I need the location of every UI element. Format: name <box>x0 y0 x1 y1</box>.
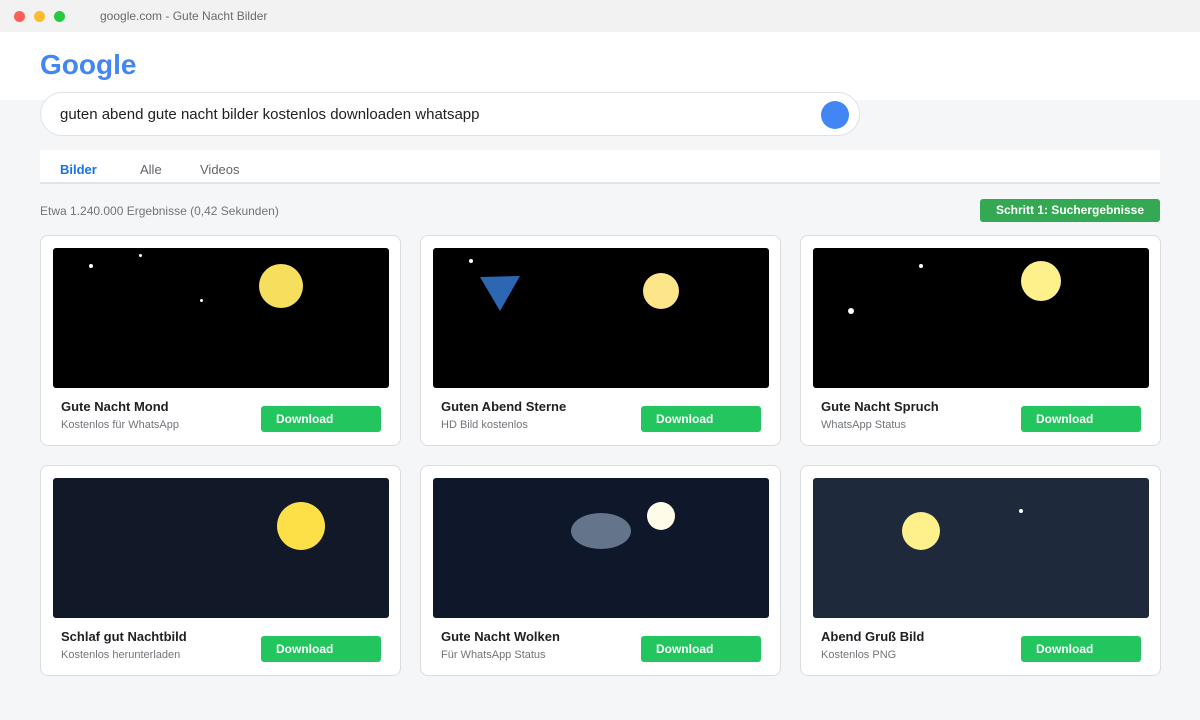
cloud-icon <box>571 513 631 549</box>
star-icon <box>89 264 93 268</box>
download-button[interactable]: Download <box>641 406 761 432</box>
image-thumbnail[interactable] <box>53 478 389 618</box>
result-stats: Etwa 1.240.000 Ergebnisse (0,42 Sekunden… <box>40 204 279 218</box>
card-title: Guten Abend Sterne <box>441 399 567 414</box>
download-button[interactable]: Download <box>261 636 381 662</box>
search-button[interactable] <box>821 101 849 129</box>
image-thumbnail[interactable] <box>813 248 1149 388</box>
card-subtitle: WhatsApp Status <box>821 419 906 431</box>
card-subtitle: HD Bild kostenlos <box>441 419 528 431</box>
moon-icon <box>643 273 679 309</box>
image-card[interactable]: Gute Nacht Mond Kostenlos für WhatsApp D… <box>40 235 401 446</box>
search-box[interactable]: guten abend gute nacht bilder kostenlos … <box>40 92 860 136</box>
download-button[interactable]: Download <box>641 636 761 662</box>
window-titlebar: google.com - Gute Nacht Bilder <box>0 0 1200 32</box>
card-subtitle: Kostenlos für WhatsApp <box>61 419 180 431</box>
download-button[interactable]: Download <box>1021 406 1141 432</box>
star-icon <box>200 299 203 302</box>
image-thumbnail[interactable] <box>813 478 1149 618</box>
image-card[interactable]: Gute Nacht Wolken Für WhatsApp Status Do… <box>420 465 781 676</box>
card-title: Gute Nacht Spruch <box>821 399 939 414</box>
maximize-window-button[interactable] <box>54 11 65 22</box>
page-header <box>0 32 1200 100</box>
minimize-window-button[interactable] <box>34 11 45 22</box>
card-subtitle: Für WhatsApp Status <box>441 649 546 661</box>
image-card[interactable]: Schlaf gut Nachtbild Kostenlos herunterl… <box>40 465 401 676</box>
step-badge: Schritt 1: Suchergebnisse <box>980 199 1160 222</box>
star-icon <box>1019 509 1023 513</box>
image-thumbnail[interactable] <box>433 248 769 388</box>
moon-icon <box>647 502 675 530</box>
google-logo[interactable]: Google <box>40 49 136 81</box>
moon-icon <box>277 502 325 550</box>
moon-icon <box>1021 261 1061 301</box>
card-title: Abend Gruß Bild <box>821 629 925 644</box>
tab-alle[interactable]: Alle <box>140 162 162 177</box>
moon-icon <box>259 264 303 308</box>
image-thumbnail[interactable] <box>433 478 769 618</box>
star-icon <box>848 308 854 314</box>
star-icon <box>919 264 923 268</box>
card-title: Gute Nacht Mond <box>61 399 169 414</box>
tab-bilder[interactable]: Bilder <box>60 162 97 177</box>
download-button[interactable]: Download <box>1021 636 1141 662</box>
download-button[interactable]: Download <box>261 406 381 432</box>
card-title: Gute Nacht Wolken <box>441 629 560 644</box>
search-tabs: Bilder Alle Videos <box>40 150 1160 184</box>
tab-videos[interactable]: Videos <box>200 162 240 177</box>
star-icon <box>469 259 473 263</box>
card-subtitle: Kostenlos herunterladen <box>61 649 181 661</box>
window-title: google.com - Gute Nacht Bilder <box>100 9 268 23</box>
close-window-button[interactable] <box>14 11 25 22</box>
card-subtitle: Kostenlos PNG <box>821 649 897 661</box>
image-thumbnail[interactable] <box>53 248 389 388</box>
image-card[interactable]: Guten Abend Sterne HD Bild kostenlos Dow… <box>420 235 781 446</box>
image-card[interactable]: Abend Gruß Bild Kostenlos PNG Download <box>800 465 1161 676</box>
image-card[interactable]: Gute Nacht Spruch WhatsApp Status Downlo… <box>800 235 1161 446</box>
moon-icon <box>902 512 940 550</box>
star-icon <box>139 254 142 257</box>
triangle-icon <box>480 276 520 311</box>
card-title: Schlaf gut Nachtbild <box>61 629 187 644</box>
search-input[interactable]: guten abend gute nacht bilder kostenlos … <box>60 106 479 123</box>
